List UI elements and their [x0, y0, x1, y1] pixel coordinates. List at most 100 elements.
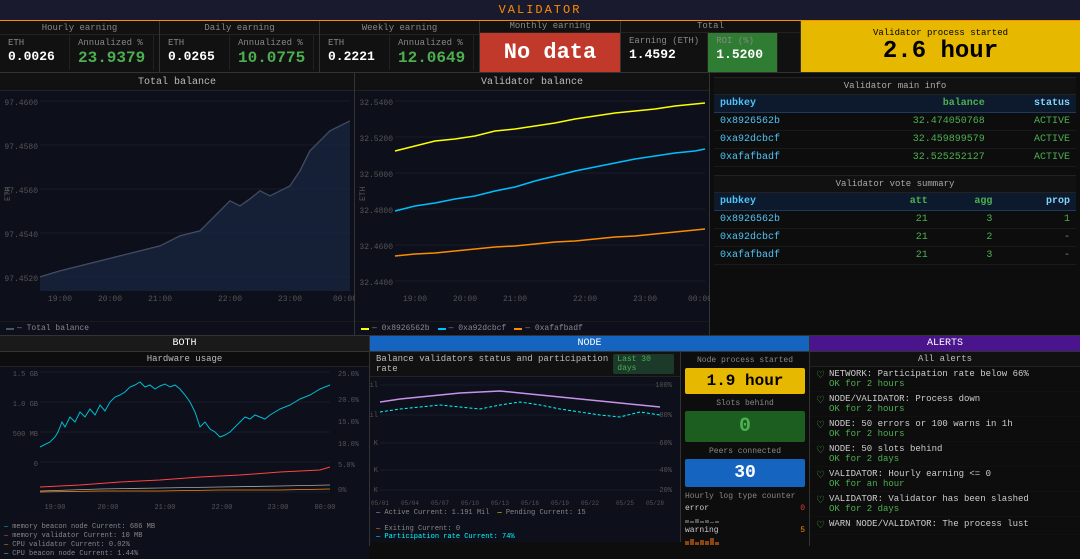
balance-2: 32.459899579 — [842, 131, 991, 149]
status-1: ACTIVE — [991, 113, 1076, 131]
total-label: Total — [621, 21, 800, 33]
vs-prop-2: - — [998, 229, 1076, 247]
validator-info-panel: Validator main info pubkey balance statu… — [710, 73, 1080, 335]
alert-icon-1: ♡ — [816, 370, 825, 382]
vs-att-3: 21 — [869, 247, 934, 265]
svg-text:0%: 0% — [338, 487, 347, 495]
total-balance-legend: — Total balance — [0, 321, 354, 335]
svg-text:21:00: 21:00 — [503, 295, 527, 304]
weekly-eth-label: ETH — [328, 38, 381, 48]
node-chart-title: Balance validators status and participat… — [376, 354, 613, 374]
svg-text:05/25: 05/25 — [616, 500, 634, 507]
daily-ann-label: Annualized % — [238, 38, 305, 48]
weekly-ann-label: Annualized % — [398, 38, 465, 48]
total-roi-value: 1.5200 — [716, 47, 769, 62]
svg-text:750 K: 750 K — [370, 440, 379, 448]
alert-icon-4: ♡ — [816, 445, 825, 457]
svg-text:80%: 80% — [659, 412, 672, 420]
hourly-ann-value: 23.9379 — [78, 49, 145, 67]
middle-section: Total balance 97.4600 97.4580 97.4560 97… — [0, 73, 1080, 336]
svg-text:250 K: 250 K — [370, 487, 379, 495]
total-earning-value: 1.4592 — [629, 47, 699, 62]
svg-text:1.5 GB: 1.5 GB — [13, 371, 38, 379]
total-earning-item: Earning (ETH) 1.4592 — [621, 33, 708, 72]
alert-text-4: NODE: 50 slots behind — [829, 444, 942, 454]
process-started-label: Node process started — [685, 356, 805, 365]
svg-text:23:00: 23:00 — [267, 504, 288, 512]
table-row: 0xafafbadf 21 3 - — [714, 247, 1076, 265]
daily-ann-item: Annualized % 10.0775 — [230, 35, 314, 70]
svg-text:0: 0 — [34, 461, 38, 469]
log-error-area: error 0 warning 5 — [685, 504, 805, 545]
main-info-header: Validator main info — [714, 77, 1076, 95]
process-started-value: 1.9 hour — [685, 368, 805, 394]
vote-summary-table: pubkey att agg prop 0x8926562b 21 3 1 0x… — [714, 193, 1076, 265]
svg-text:15.0%: 15.0% — [338, 419, 360, 427]
log-error-value: 0 — [800, 504, 805, 513]
list-item: ♡ VALIDATOR: Validator has been slashed … — [810, 492, 1080, 517]
th-pubkey: pubkey — [714, 95, 842, 113]
svg-text:00:00: 00:00 — [333, 295, 355, 304]
svg-text:19:00: 19:00 — [403, 295, 427, 304]
validator-balance-panel: Validator balance 32.5400 32.5200 32.500… — [355, 73, 710, 335]
vs-agg-3: 3 — [934, 247, 999, 265]
alert-sub-3: OK for 2 hours — [829, 429, 1013, 439]
alert-text-1: NETWORK: Participation rate below 66% — [829, 369, 1029, 379]
alert-icon-2: ♡ — [816, 395, 825, 407]
list-item: ♡ WARN NODE/VALIDATOR: The process lust — [810, 517, 1080, 535]
hourly-ann-item: Annualized % 23.9379 — [70, 35, 154, 70]
svg-text:20:00: 20:00 — [97, 504, 118, 512]
vs-th-prop: prop — [998, 193, 1076, 211]
alert-icon-5: ♡ — [816, 470, 825, 482]
weekly-eth-value: 0.2221 — [328, 49, 381, 64]
table-row: 0x8926562b 21 3 1 — [714, 211, 1076, 229]
weekly-ann-item: Annualized % 12.0649 — [390, 35, 474, 70]
peers-connected-value: 30 — [685, 459, 805, 487]
weekly-label: Weekly earning — [320, 23, 479, 35]
vs-prop-1: 1 — [998, 211, 1076, 229]
svg-text:500 MB: 500 MB — [13, 431, 38, 439]
total-roi-item: ROI (%) 1.5200 — [708, 33, 778, 72]
vs-att-1: 21 — [869, 211, 934, 229]
svg-text:97.4580: 97.4580 — [4, 143, 38, 152]
alert-text-2: NODE/VALIDATOR: Process down — [829, 394, 980, 404]
svg-text:21:00: 21:00 — [148, 295, 172, 304]
alert-icon-3: ♡ — [816, 420, 825, 432]
vs-th-pubkey: pubkey — [714, 193, 869, 211]
log-warning-value: 5 — [800, 526, 805, 535]
pubkey-3: 0xafafbadf — [714, 149, 842, 167]
monthly-label: Monthly earning — [480, 21, 620, 33]
total-roi-label: ROI (%) — [716, 36, 769, 46]
svg-text:32.4800: 32.4800 — [359, 207, 393, 216]
svg-text:05/22: 05/22 — [581, 500, 599, 507]
alert-sub-6: OK for 2 days — [829, 504, 1029, 514]
svg-text:500 K: 500 K — [370, 467, 379, 475]
log-counter-label: Hourly log type counter — [685, 492, 805, 501]
alerts-list: ♡ NETWORK: Participation rate below 66% … — [810, 367, 1080, 546]
svg-text:20.0%: 20.0% — [338, 397, 360, 405]
svg-text:05/19: 05/19 — [551, 500, 569, 507]
svg-text:ETH: ETH — [359, 186, 368, 201]
svg-text:32.4600: 32.4600 — [359, 243, 393, 252]
vs-agg-2: 2 — [934, 229, 999, 247]
alert-text-3: NODE: 50 errors or 100 warns in 1h — [829, 419, 1013, 429]
node-panel: NODE Balance validators status and parti… — [370, 336, 810, 546]
table-row: 0xafafbadf 32.525252127 ACTIVE — [714, 149, 1076, 167]
svg-text:40%: 40% — [659, 467, 672, 475]
validator-balance-chart: 32.5400 32.5200 32.5000 32.4800 32.4600 … — [355, 91, 709, 321]
daily-label: Daily earning — [160, 23, 319, 35]
metrics-row: Hourly earning ETH 0.0026 Annualized % 2… — [0, 21, 1080, 73]
vs-agg-1: 3 — [934, 211, 999, 229]
peers-connected-label: Peers connected — [685, 447, 805, 456]
total-balance-title: Total balance — [0, 73, 354, 91]
node-balance-chart: 100% 80% 60% 40% 20% 1.25 Mil 1.00 Mi — [370, 377, 680, 507]
svg-text:23:00: 23:00 — [633, 295, 657, 304]
node-chart-area: Balance validators status and participat… — [370, 352, 681, 542]
daily-eth-item: ETH 0.0265 — [160, 35, 230, 70]
svg-text:19:00: 19:00 — [48, 295, 72, 304]
vote-summary-header: Validator vote summary — [714, 175, 1076, 193]
slots-behind-value: 0 — [685, 411, 805, 442]
alert-sub-5: OK for an hour — [829, 479, 991, 489]
th-balance: balance — [842, 95, 991, 113]
svg-text:22:00: 22:00 — [573, 295, 597, 304]
